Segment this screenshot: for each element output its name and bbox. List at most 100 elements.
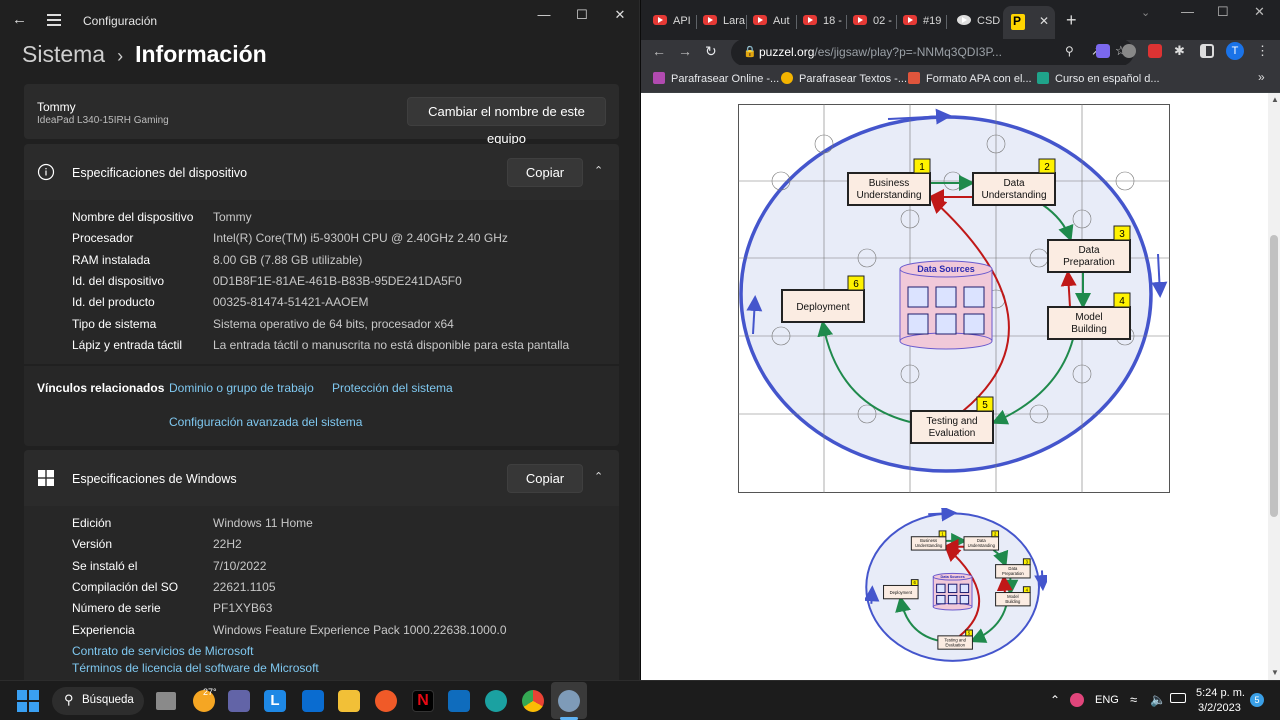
data-source-icon [936,583,946,594]
tray-app-icon[interactable] [1070,693,1084,707]
tab-02[interactable]: 02 - [849,9,897,35]
spec-value[interactable]: 0D1B8F1E-81AE-461B-B83B-95DE241DA5F0 [213,274,462,288]
spec-value[interactable]: PF1XYB63 [213,601,272,615]
windows-specs-title: Especificaciones de Windows [72,472,237,486]
related-links-label: Vínculos relacionados [37,381,165,395]
spec-value[interactable]: Sistema operativo de 64 bits, procesador… [213,317,454,331]
link-ms-license-terms[interactable]: Términos de licencia del software de Mic… [72,661,319,675]
tab-csd[interactable]: CSD [953,9,1001,35]
minimize-button[interactable]: — [1181,4,1194,19]
task-view-icon[interactable] [156,692,176,710]
bookmark-2[interactable]: Parafrasear Textos -... [781,72,907,85]
kebab-menu-icon[interactable]: ⋮ [1256,43,1269,59]
spec-label: Lápiz y entrada táctil [72,337,183,352]
close-button[interactable]: ✕ [1254,4,1265,20]
youtube-icon [653,15,667,25]
settings-gear-icon[interactable] [558,690,580,712]
maximize-button[interactable]: ☐ [567,6,597,24]
clock-date[interactable]: 3/2/2023 [1198,702,1241,714]
file-explorer-icon[interactable] [338,690,360,712]
bookmark-3[interactable]: Formato APA con el... [908,72,1032,85]
bookmark-favicon-icon [908,72,920,84]
puzzle-extensions-icon[interactable]: ✱ [1174,44,1188,58]
info-icon [37,163,55,181]
spec-value[interactable]: Intel(R) Core(TM) i5-9300H CPU @ 2.40GHz… [213,231,508,245]
app-l-icon[interactable]: L [264,690,286,712]
close-button[interactable]: ✕ [605,6,635,24]
puzzle-board[interactable]: Data Sources1BusinessUnderstanding2DataU… [738,104,1170,493]
chevron-up-icon[interactable]: ⌃ [594,164,606,177]
chevron-up-tray-icon[interactable]: ⌃ [1050,693,1060,707]
tab-search-chevron-icon[interactable]: ⌄ [1141,6,1150,19]
spec-value[interactable]: Windows 11 Home [213,516,313,530]
spec-value[interactable]: Tommy [213,210,252,224]
spec-value[interactable]: 8.00 GB (7.88 GB utilizable) [213,253,362,267]
spec-value[interactable]: 22621.1105 [213,580,276,594]
spec-label: RAM instalada [72,252,151,267]
spec-label: Id. del producto [72,295,155,310]
lock-icon: 🔒 [743,46,757,58]
link-domain-workgroup[interactable]: Dominio o grupo de trabajo [169,381,314,395]
breadcrumb-parent[interactable]: Sistema [22,41,105,67]
page-scrollbar[interactable]: ▲ ▼ [1268,93,1280,680]
link-system-protection[interactable]: Protección del sistema [332,381,453,395]
close-tab-icon[interactable]: ✕ [1039,14,1049,28]
taskbar-search[interactable]: ⚲ Búsqueda [52,687,144,715]
tab-aut[interactable]: Aut [749,9,797,35]
link-ms-services-agreement[interactable]: Contrato de servicios de Microsoft [72,644,253,658]
scrollbar-thumb[interactable] [1270,235,1278,517]
spec-value[interactable]: 22H2 [213,537,242,551]
maximize-button[interactable]: ☐ [1217,4,1229,20]
back-arrow-icon[interactable]: ← [12,12,28,28]
address-bar[interactable]: 🔒 puzzel.org/es/jigsaw/play?p=-NNMq3QDI3… [731,39,1134,66]
volume-icon[interactable]: 🔈 [1150,692,1166,708]
spec-value[interactable]: Windows Feature Experience Pack 1000.226… [213,623,507,637]
bookmarks-overflow-icon[interactable]: » [1258,70,1265,84]
search-icon: ⚲ [64,692,74,707]
store-icon[interactable] [302,690,324,712]
tab-puzzel-active[interactable]: P ✕ [1003,6,1055,40]
spec-value[interactable]: 7/10/2022 [213,559,266,573]
tab-19[interactable]: #19 [899,9,947,35]
new-tab-button[interactable]: + [1066,10,1077,31]
extension-icon[interactable] [1096,44,1110,58]
edge-icon[interactable] [485,690,507,712]
start-windows-icon[interactable] [17,690,39,712]
link-advanced-settings[interactable]: Configuración avanzada del sistema [169,415,362,429]
mail-icon[interactable] [448,690,470,712]
chevron-up-icon[interactable]: ⌃ [594,470,606,483]
spec-value[interactable]: 00325-81474-51421-AAOEM [213,295,368,309]
reload-icon[interactable]: ↻ [705,43,717,60]
site-icon [957,15,971,25]
app-orange-icon[interactable] [375,690,397,712]
clock-time[interactable]: 5:24 p. m. [1196,687,1245,699]
bookmark-4[interactable]: Curso en español d... [1037,72,1160,85]
data-sources-label: Data Sources [941,575,965,579]
teams-chat-icon[interactable] [228,690,250,712]
extension-gear-icon[interactable] [1122,44,1136,58]
extension-pdf-icon[interactable] [1148,44,1162,58]
tab-18[interactable]: 18 - [799,9,847,35]
tab-api[interactable]: API [649,9,697,35]
chrome-icon[interactable] [522,690,544,712]
copy-windows-specs-button[interactable]: Copiar [507,464,583,493]
hamburger-menu-icon[interactable] [47,14,61,26]
rename-pc-button[interactable]: Cambiar el nombre de este equipo [407,97,606,146]
cycle-arrow [928,508,958,522]
language-indicator[interactable]: ENG [1095,694,1119,706]
tab-lara[interactable]: Lara [699,9,747,35]
battery-icon[interactable] [1170,693,1186,703]
profile-avatar[interactable]: T [1226,42,1244,60]
forward-arrow-icon[interactable]: → [678,43,692,59]
wifi-icon[interactable]: ≈ [1130,692,1137,707]
bookmark-1[interactable]: Parafrasear Online -... [653,72,779,85]
minimize-button[interactable]: — [529,6,559,24]
back-arrow-icon[interactable]: ← [652,43,666,59]
zoom-icon[interactable]: ⚲ [1065,44,1074,58]
copy-device-specs-button[interactable]: Copiar [507,158,583,187]
notification-badge[interactable]: 5 [1250,693,1264,707]
process-label: Deployment [796,302,850,313]
spec-value[interactable]: La entrada táctil o manuscrita no está d… [213,338,569,352]
side-panel-icon[interactable] [1200,44,1214,58]
netflix-icon[interactable]: N [412,690,434,712]
